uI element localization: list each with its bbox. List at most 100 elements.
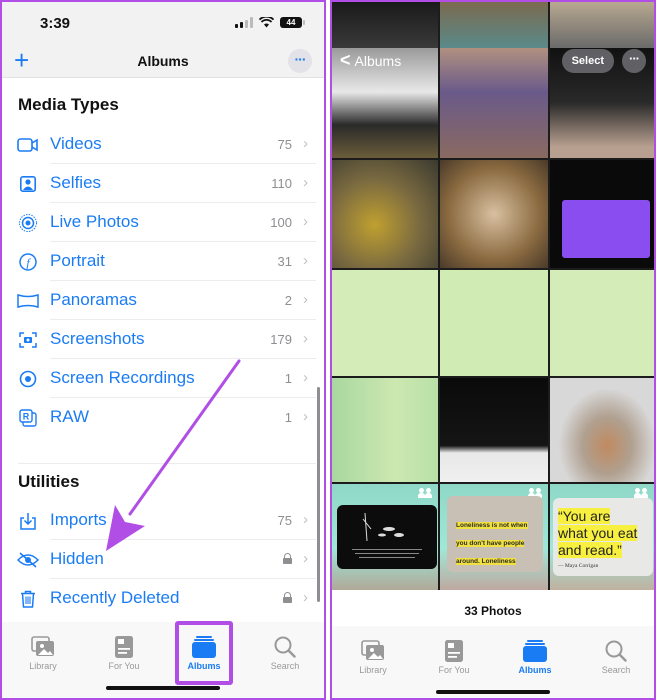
tab-albums[interactable]: Albums [495,640,575,675]
svg-text:f: f [26,256,31,270]
photo-thumbnail[interactable] [550,2,654,48]
more-options-button[interactable]: ··· [622,49,646,73]
section-title-media-types: Media Types [18,95,119,114]
navigation-bar: + Albums ··· [2,46,324,78]
photo-thumbnail[interactable] [332,160,438,268]
photo-thumbnail[interactable] [332,378,438,482]
home-indicator [106,686,220,690]
album-count: 2 [284,293,292,308]
album-count: 75 [277,513,292,528]
shared-people-icon [418,488,432,498]
tab-search[interactable]: Search [576,640,654,675]
album-count: 1 [284,410,292,425]
photo-thumbnail[interactable]: “You are what you eat and read.” — Maya … [550,484,654,590]
status-time: 3:39 [40,15,71,32]
album-label: Recently Deleted [50,588,180,607]
video-camera-icon [17,135,39,155]
photo-thumbnail[interactable] [440,2,548,48]
annotation-highlight-box [175,621,233,685]
battery-icon: 44 [280,17,305,28]
chevron-right-icon: › [303,291,308,308]
albums-stack-icon [523,640,547,662]
album-label: Portrait [50,251,105,270]
home-indicator [436,690,550,694]
section-divider [18,463,316,464]
photo-thumbnail[interactable] [440,270,548,376]
album-row-portrait[interactable]: f Portrait 31 › [2,242,324,281]
album-row-panoramas[interactable]: Panoramas 2 › [2,281,324,320]
library-photos-icon [361,640,384,660]
album-count: 110 [271,176,292,191]
album-row-imports[interactable]: Imports 75 › [2,501,324,540]
album-row-live-photos[interactable]: Live Photos 100 › [2,203,324,242]
more-options-button[interactable]: ··· [288,49,312,73]
album-count: 1 [284,371,292,386]
wifi-icon [259,17,274,28]
album-row-hidden[interactable]: Hidden › [2,540,324,579]
album-row-screenshots[interactable]: Screenshots 179 › [2,320,324,359]
screenshot-icon [17,330,39,350]
photo-thumbnail[interactable] [550,270,654,376]
album-row-videos[interactable]: Videos 75 › [2,125,324,164]
album-label: Selfies [50,173,102,192]
chevron-right-icon: › [303,174,308,191]
album-row-selfies[interactable]: Selfies 110 › [2,164,324,203]
panorama-icon [17,291,39,311]
album-count: 31 [277,254,292,269]
tab-library[interactable]: Library [3,636,83,671]
chevron-right-icon: › [303,330,308,347]
quote-image-you-are: “You are what you eat and read.” — Maya … [553,498,653,576]
tab-search[interactable]: Search [245,636,324,671]
album-label: Screen Recordings [50,368,195,387]
photo-thumbnail[interactable] [550,378,654,482]
tab-library[interactable]: Library [333,640,413,675]
album-label: Panoramas [50,290,137,309]
chevron-right-icon: › [303,408,308,425]
back-button[interactable]: < Albums [340,50,401,71]
section-title-utilities: Utilities [18,472,80,491]
selfie-portrait-icon [17,174,39,194]
album-count: 100 [270,215,292,230]
lock-icon [283,592,292,603]
tab-for-you[interactable]: For You [414,640,494,675]
library-photos-icon [31,636,54,656]
photo-thumbnail[interactable] [332,270,438,376]
chevron-right-icon: › [303,550,308,567]
tab-for-you[interactable]: For You [84,636,164,671]
photo-thumbnail[interactable]: Loneliness is not when you don't have pe… [440,484,548,590]
search-icon [274,636,296,658]
album-footer: 33 Photos Library For You Albums Search [332,590,654,698]
search-icon [605,640,627,662]
photo-thumbnail[interactable] [332,484,438,590]
album-label: Imports [50,510,107,529]
import-icon [17,511,39,531]
album-count: 75 [277,137,292,152]
album-row-recently-deleted[interactable]: Recently Deleted › [2,579,324,618]
chevron-right-icon: › [303,213,308,230]
lock-icon [283,553,292,564]
photo-thumbnail[interactable] [550,160,654,268]
status-bar: 3:39 44 [2,2,324,46]
album-label: RAW [50,407,90,426]
album-row-screen-recordings[interactable]: Screen Recordings 1 › [2,359,324,398]
album-row-raw[interactable]: R RAW 1 › [2,398,324,437]
photo-thumbnail[interactable] [440,160,548,268]
eye-slash-icon [17,550,39,570]
screen-record-icon [17,369,39,389]
quote-image-loneliness: Loneliness is not when you don't have pe… [447,496,543,572]
select-button[interactable]: Select [561,49,614,73]
chevron-right-icon: › [303,511,308,528]
album-label: Screenshots [50,329,145,348]
photo-thumbnail[interactable] [440,378,548,482]
portrait-f-icon: f [17,252,39,272]
tab-bar: Library For You Albums Search [332,626,654,698]
album-count: 179 [270,332,292,347]
for-you-icon [445,640,463,662]
album-label: Videos [50,134,102,153]
shared-people-icon [634,488,648,498]
photo-thumbnail[interactable] [332,2,438,48]
chevron-right-icon: › [303,252,308,269]
scrollbar[interactable] [317,387,320,602]
page-title: Albums [137,53,189,69]
quote-image-dark [337,505,437,569]
